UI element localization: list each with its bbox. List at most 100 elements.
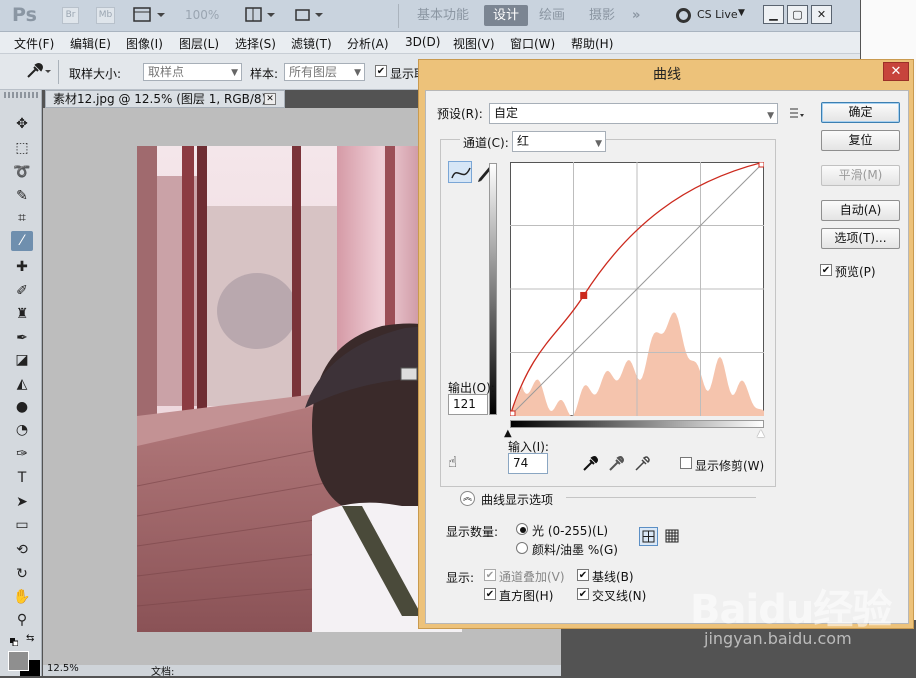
eyedropper-tool-icon[interactable]: ⁄ xyxy=(11,231,33,251)
white-eyedropper-icon[interactable] xyxy=(633,455,651,473)
curve-point-tool-icon[interactable] xyxy=(448,161,472,183)
menu-help[interactable]: 帮助(H) xyxy=(571,35,613,52)
dodge-tool-icon[interactable]: ◔ xyxy=(11,420,33,440)
ok-button[interactable]: 确定 xyxy=(821,102,900,123)
radio-pigment[interactable] xyxy=(516,542,528,554)
healing-brush-tool-icon[interactable]: ✚ xyxy=(11,257,33,277)
zoom-tool-icon[interactable]: ⚲ xyxy=(11,610,33,630)
workspace-painting[interactable]: 绘画 xyxy=(530,5,574,26)
status-zoom[interactable]: 12.5% xyxy=(47,663,79,674)
baseline-label: 基线(B) xyxy=(592,570,634,584)
3d-orbit-tool-icon[interactable]: ↻ xyxy=(11,564,33,584)
intersection-line-checkbox[interactable]: ✔ xyxy=(577,588,589,600)
pen-tool-icon[interactable]: ✑ xyxy=(11,444,33,464)
document-image[interactable] xyxy=(136,146,462,632)
zoom-level[interactable]: 100% xyxy=(185,8,219,22)
curve-control-point[interactable] xyxy=(580,291,588,299)
input-value-field[interactable]: 74 xyxy=(508,453,548,474)
hand-tool-icon[interactable]: ✋ xyxy=(11,587,33,607)
menu-window[interactable]: 窗口(W) xyxy=(510,35,555,52)
menu-file[interactable]: 文件(F) xyxy=(14,35,54,52)
watermark-brand: Baidu经验 xyxy=(690,587,892,633)
close-tab-icon[interactable]: ✕ xyxy=(264,93,276,105)
paint-bucket-tool-icon[interactable]: ◭ xyxy=(11,374,33,394)
baseline-checkbox[interactable]: ✔ xyxy=(577,569,589,581)
eyedropper-preset-icon[interactable] xyxy=(24,61,51,81)
document-tab[interactable]: 素材12.jpg @ 12.5% (图层 1, RGB/8) * ✕ xyxy=(45,90,285,108)
options-button[interactable]: 选项(T)... xyxy=(821,228,900,249)
minimize-button[interactable]: ▁ xyxy=(763,5,784,24)
move-tool-icon[interactable]: ✥ xyxy=(11,114,33,134)
intersection-line-label: 交叉线(N) xyxy=(592,589,647,603)
output-value-field[interactable]: 121 xyxy=(448,394,488,415)
black-eyedropper-icon[interactable] xyxy=(581,455,599,473)
3d-rotate-tool-icon[interactable]: ⟲ xyxy=(11,540,33,560)
detailed-grid-button[interactable] xyxy=(663,527,682,546)
preset-options-icon[interactable] xyxy=(789,106,805,120)
divider xyxy=(566,497,756,498)
crop-tool-icon[interactable]: ⌗ xyxy=(11,208,33,228)
simple-grid-button[interactable] xyxy=(639,527,658,546)
sample-select[interactable]: 所有图层 ▼ xyxy=(284,63,365,81)
on-image-adjust-hand-icon[interactable]: ☝ xyxy=(448,453,470,473)
workspace-photography[interactable]: 摄影 xyxy=(580,5,624,26)
menu-3d[interactable]: 3D(D) xyxy=(405,35,440,49)
smooth-button[interactable]: 平滑(M) xyxy=(821,165,900,186)
workspace-essentials[interactable]: 基本功能 xyxy=(408,5,478,26)
panel-grip[interactable] xyxy=(4,92,38,98)
curves-graph[interactable] xyxy=(510,162,764,416)
menu-image[interactable]: 图像(I) xyxy=(126,35,163,52)
default-colors-icon[interactable] xyxy=(10,635,19,647)
curve-control-point[interactable] xyxy=(758,162,764,168)
channel-overlay-checkbox[interactable]: ✔ xyxy=(484,569,496,581)
maximize-button[interactable]: ▢ xyxy=(787,5,808,24)
shape-tool-icon[interactable]: ▭ xyxy=(11,515,33,535)
histogram-checkbox[interactable]: ✔ xyxy=(484,588,496,600)
channel-value: 红 xyxy=(517,134,530,148)
arrange-documents-icon[interactable] xyxy=(245,7,279,23)
workspace-design[interactable]: 设计 xyxy=(484,5,529,26)
type-tool-icon[interactable]: T xyxy=(11,468,33,488)
blur-tool-icon[interactable]: ● xyxy=(11,397,33,417)
quick-selection-tool-icon[interactable]: ✎ xyxy=(11,186,33,206)
dialog-close-button[interactable]: ✕ xyxy=(883,62,909,81)
eraser-tool-icon[interactable]: ◪ xyxy=(11,350,33,370)
channel-select[interactable]: 红 ▼ xyxy=(512,131,606,152)
brush-tool-icon[interactable]: ✐ xyxy=(11,281,33,301)
screen-mode-icon[interactable] xyxy=(293,7,327,23)
path-selection-tool-icon[interactable]: ➤ xyxy=(11,492,33,512)
menu-layer[interactable]: 图层(L) xyxy=(179,35,219,52)
collapse-chevron-icon[interactable]: ︽ xyxy=(460,491,475,506)
white-point-slider[interactable]: ▲ xyxy=(757,428,765,439)
menu-view[interactable]: 视图(V) xyxy=(453,35,495,52)
show-clipping-checkbox[interactable] xyxy=(680,457,692,469)
cs-live-icon[interactable] xyxy=(676,8,691,23)
radio-light[interactable] xyxy=(516,523,528,535)
close-button[interactable]: ✕ xyxy=(811,5,832,24)
more-workspaces-icon[interactable]: » xyxy=(623,5,649,26)
auto-button[interactable]: 自动(A) xyxy=(821,200,900,221)
menu-analysis[interactable]: 分析(A) xyxy=(347,35,389,52)
gray-eyedropper-icon[interactable] xyxy=(607,455,625,473)
marquee-tool-icon[interactable]: ⬚ xyxy=(11,138,33,158)
foreground-color-swatch[interactable] xyxy=(8,651,29,671)
menu-edit[interactable]: 编辑(E) xyxy=(70,35,111,52)
swap-colors-icon[interactable]: ⇆ xyxy=(26,633,34,644)
mini-bridge-icon[interactable]: Mb xyxy=(96,7,115,24)
menu-select[interactable]: 选择(S) xyxy=(235,35,276,52)
preset-select[interactable]: 自定 ▼ xyxy=(489,103,778,124)
chevron-down-icon: ▼ xyxy=(767,111,774,121)
cs-live-label[interactable]: CS Live xyxy=(697,8,738,21)
sample-size-select[interactable]: 取样点 ▼ xyxy=(143,63,242,81)
view-extras-icon[interactable] xyxy=(133,7,167,23)
lasso-tool-icon[interactable]: ➰ xyxy=(11,162,33,182)
clone-stamp-tool-icon[interactable]: ♜ xyxy=(11,304,33,324)
menu-filter[interactable]: 滤镜(T) xyxy=(291,35,332,52)
reset-button[interactable]: 复位 xyxy=(821,130,900,151)
preview-checkbox[interactable]: ✔ xyxy=(820,264,832,276)
chevron-down-icon[interactable]: ▼ xyxy=(738,8,745,18)
show-sampling-ring-checkbox[interactable]: ✔ xyxy=(375,65,387,77)
bridge-icon[interactable]: Br xyxy=(62,7,79,24)
history-brush-tool-icon[interactable]: ✒ xyxy=(11,328,33,348)
curve-control-point[interactable] xyxy=(510,410,516,416)
